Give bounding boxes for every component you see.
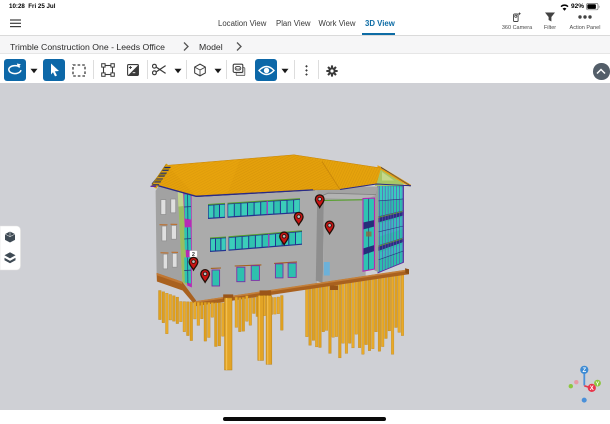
svg-text:Z: Z [582, 368, 586, 374]
svg-text:Y: Y [596, 381, 600, 387]
svg-text:X: X [590, 386, 594, 392]
